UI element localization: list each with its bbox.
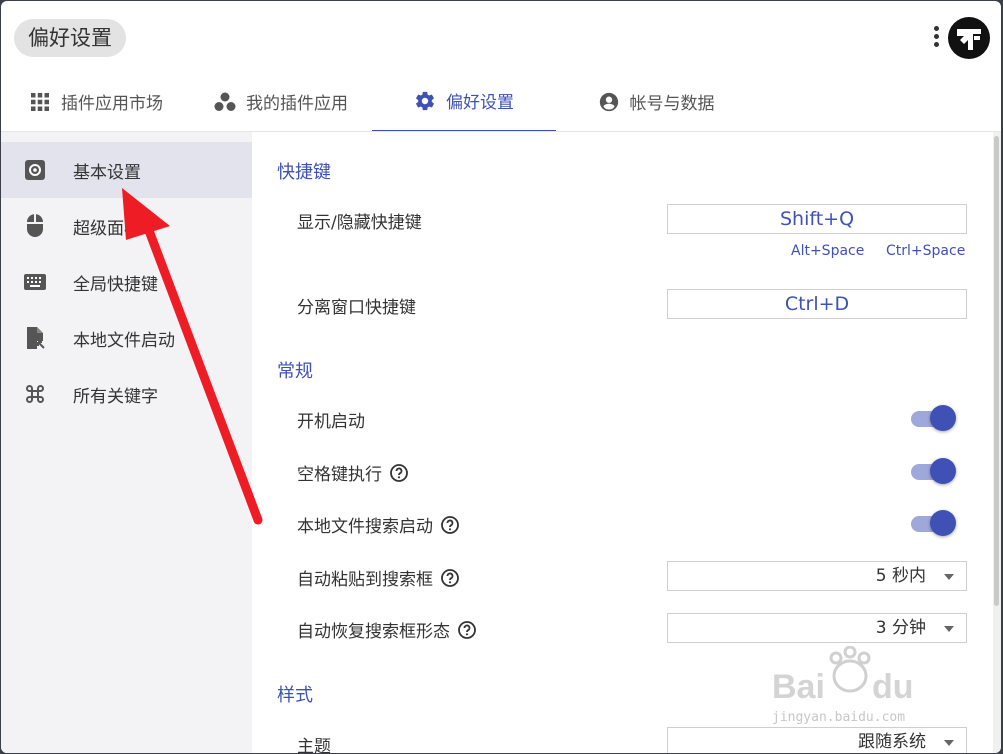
local-file-search-text: 本地文件搜索启动: [297, 517, 433, 537]
svg-text:Bai: Bai: [772, 668, 825, 706]
mouse-icon: [23, 214, 47, 238]
tab-account-data[interactable]: 帐号与数据: [571, 71, 741, 132]
sidebar-item-label: 全局快捷键: [73, 274, 158, 295]
section-title-style: 样式: [277, 685, 313, 706]
app-logo[interactable]: [947, 16, 991, 60]
toggle-knob: [930, 405, 956, 431]
sidebar-item-label: 基本设置: [73, 162, 141, 183]
section-title-general: 常规: [277, 361, 313, 382]
detach-window-hotkey-input[interactable]: Ctrl+D: [667, 289, 967, 319]
chevron-down-icon: [944, 740, 954, 746]
auto-paste-text: 自动粘贴到搜索框: [297, 570, 433, 590]
hint-ctrl-space[interactable]: Ctrl+Space: [886, 243, 965, 259]
settings-box-icon: [23, 158, 47, 182]
hint-alt-space[interactable]: Alt+Space: [791, 243, 864, 259]
keyboard-icon: [23, 270, 47, 294]
preferences-window: 偏好设置 插件应用市场 我的插件应用 偏好设置 帐号与数据 基本设置 超级面板 …: [1, 1, 1001, 753]
tab-preferences[interactable]: 偏好设置: [372, 71, 556, 132]
chevron-down-icon: [944, 626, 954, 632]
detach-window-hotkey-text: 分离窗口快捷键: [297, 298, 416, 318]
space-exec-toggle[interactable]: [909, 458, 957, 484]
help-icon[interactable]: [390, 463, 408, 482]
watermark-url: jingyan.baidu.com: [772, 710, 906, 725]
chevron-down-icon: [944, 574, 954, 580]
auto-restore-text: 自动恢复搜索框形态: [297, 622, 450, 642]
sidebar-item-label: 超级面板: [73, 218, 141, 239]
sidebar-item-basic-settings[interactable]: 基本设置: [1, 142, 252, 198]
sidebar: 基本设置 超级面板 全局快捷键 本地文件启动 所有关键字: [1, 132, 252, 753]
local-file-search-toggle[interactable]: [909, 510, 957, 536]
auto-paste-label: 自动粘贴到搜索框: [297, 565, 459, 590]
space-exec-text: 空格键执行: [297, 465, 382, 485]
command-icon: [23, 382, 47, 406]
sidebar-item-label: 所有关键字: [73, 386, 158, 407]
gear-icon: [414, 90, 436, 112]
theme-label: 主题: [297, 732, 331, 753]
content-scrollbar[interactable]: [993, 132, 1001, 753]
more-vertical-icon[interactable]: [931, 23, 941, 53]
auto-restore-selected-value: 3 分钟: [875, 618, 926, 638]
page-title: 偏好设置: [14, 19, 126, 57]
help-icon[interactable]: [441, 568, 459, 587]
show-hide-hotkey-label: 显示/隐藏快捷键: [297, 208, 422, 233]
tab-label: 帐号与数据: [629, 94, 715, 114]
sidebar-item-global-hotkeys[interactable]: 全局快捷键: [1, 254, 252, 310]
local-file-search-label: 本地文件搜索启动: [297, 512, 459, 537]
sidebar-item-all-keywords[interactable]: 所有关键字: [1, 366, 252, 422]
top-tabs: 插件应用市场 我的插件应用 偏好设置 帐号与数据: [1, 71, 1001, 133]
grid-icon: [29, 91, 51, 113]
file-shortcut-icon: [23, 326, 47, 350]
auto-restore-select[interactable]: 3 分钟: [667, 613, 967, 643]
tab-label: 偏好设置: [446, 93, 514, 113]
space-exec-label: 空格键执行: [297, 460, 408, 485]
auto-restore-label: 自动恢复搜索框形态: [297, 617, 476, 642]
show-hide-hotkey-text: 显示/隐藏快捷键: [297, 213, 422, 233]
detach-window-hotkey-label: 分离窗口快捷键: [297, 293, 416, 318]
help-icon[interactable]: [458, 620, 476, 639]
toggle-knob: [930, 458, 956, 484]
section-title-shortcuts: 快捷键: [277, 162, 331, 183]
autostart-label: 开机启动: [297, 407, 365, 432]
tab-plugin-market[interactable]: 插件应用市场: [11, 71, 181, 132]
scrollbar-thumb[interactable]: [994, 136, 999, 606]
tab-my-plugins[interactable]: 我的插件应用: [191, 71, 371, 132]
sidebar-item-super-panel[interactable]: 超级面板: [1, 198, 252, 254]
bubbles-icon: [214, 91, 236, 113]
autostart-text: 开机启动: [297, 412, 365, 432]
sidebar-item-label: 本地文件启动: [73, 330, 175, 351]
tab-label: 我的插件应用: [246, 94, 348, 114]
auto-paste-select[interactable]: 5 秒内: [667, 561, 967, 591]
svg-text:du: du: [872, 668, 914, 706]
show-hide-hotkey-input[interactable]: Shift+Q: [667, 204, 967, 234]
tab-label: 插件应用市场: [61, 94, 163, 114]
sidebar-item-local-file-launch[interactable]: 本地文件启动: [1, 310, 252, 366]
autostart-toggle[interactable]: [909, 405, 957, 431]
auto-paste-selected-value: 5 秒内: [875, 566, 926, 586]
help-icon[interactable]: [441, 515, 459, 534]
toggle-knob: [930, 510, 956, 536]
account-circle-icon: [598, 91, 620, 113]
theme-text: 主题: [297, 737, 331, 753]
